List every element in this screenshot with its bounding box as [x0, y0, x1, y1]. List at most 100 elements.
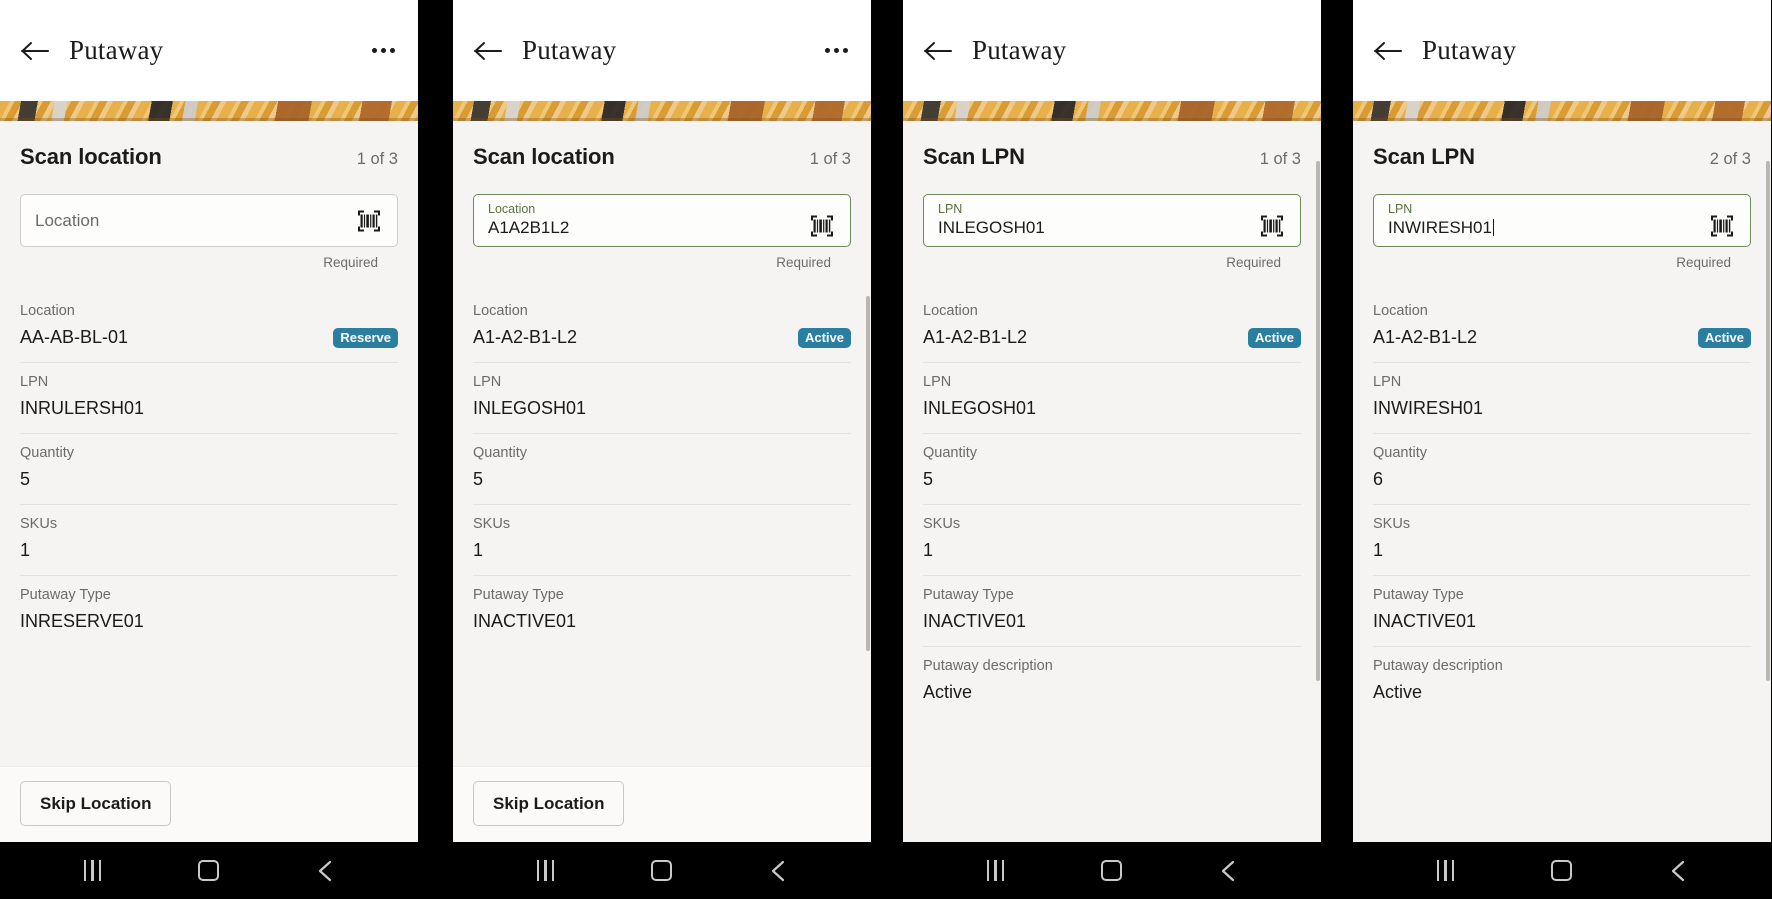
- step-counter: 1 of 3: [1259, 150, 1301, 168]
- scan-input-value: INWIRESH01: [1388, 217, 1700, 238]
- screen-body: Scan LPN 2 of 3 LPN INWIRESH01 Required Locat…: [1353, 121, 1771, 842]
- home-icon[interactable]: [639, 848, 685, 894]
- step-header: Scan location 1 of 3: [0, 121, 418, 170]
- android-navigation-bar: [903, 842, 1321, 899]
- step-title: Scan location: [473, 144, 615, 169]
- detail-row-value: 5: [20, 469, 31, 489]
- home-icon[interactable]: [186, 848, 232, 894]
- location-input[interactable]: Location: [20, 194, 398, 247]
- text-cursor: [1492, 219, 1495, 237]
- detail-row: SKUs 1: [20, 505, 398, 576]
- scan-value-text: INLEGOSH01: [938, 218, 1045, 238]
- lpn-input[interactable]: LPN INWIRESH01: [1373, 194, 1751, 247]
- recents-icon[interactable]: [522, 848, 568, 894]
- barcode-scan-icon[interactable]: [1258, 212, 1286, 240]
- detail-row: Putaway Type INACTIVE01: [473, 576, 851, 646]
- detail-row: Putaway Type INACTIVE01: [923, 576, 1301, 647]
- barcode-scan-icon[interactable]: [355, 207, 383, 235]
- scan-floating-label: LPN: [1388, 202, 1413, 216]
- scroll-area[interactable]: Scan LPN 1 of 3 LPN INLEGOSH01 Required Locat…: [903, 121, 1321, 842]
- back-icon[interactable]: [303, 848, 349, 894]
- step-counter: 1 of 3: [356, 150, 398, 168]
- page-title: Putaway: [69, 35, 164, 65]
- detail-row-value: INWIRESH01: [1373, 398, 1484, 418]
- skip-location-button[interactable]: Skip Location: [473, 781, 625, 826]
- back-arrow-icon[interactable]: [921, 34, 955, 68]
- detail-row-value: INLEGOSH01: [923, 398, 1037, 418]
- step-header: Scan LPN 2 of 3: [1353, 121, 1771, 170]
- detail-list: Location AA-AB-BL-01 Reserve LPN INRULERSH01…: [0, 292, 418, 646]
- detail-row-label: LPN: [473, 374, 502, 390]
- scan-field-wrapper: LPN INLEGOSH01 Required: [903, 170, 1321, 270]
- detail-row: Quantity 5: [473, 434, 851, 505]
- home-icon[interactable]: [1089, 848, 1135, 894]
- footer-bar: Skip Location: [453, 766, 871, 842]
- detail-row-value: 5: [473, 469, 484, 489]
- recents-icon[interactable]: [1422, 848, 1468, 894]
- warehouse-banner-image: [1353, 101, 1771, 121]
- detail-row: Putaway Type INACTIVE01: [1373, 576, 1751, 647]
- detail-row: Quantity 5: [20, 434, 398, 505]
- app-screen-1: Putaway Scan location 1 of 3 Location Requir…: [0, 0, 418, 842]
- vertical-scrollbar[interactable]: [1766, 161, 1770, 681]
- detail-row: LPN INLEGOSH01: [473, 363, 851, 434]
- scan-input-value: INLEGOSH01: [938, 217, 1250, 238]
- scroll-area[interactable]: Scan LPN 2 of 3 LPN INWIRESH01 Required Locat…: [1353, 121, 1771, 842]
- required-helper-text: Required: [1226, 255, 1281, 270]
- detail-row-value: INACTIVE01: [473, 611, 577, 631]
- back-arrow-icon[interactable]: [18, 34, 52, 68]
- detail-row-label: SKUs: [1373, 516, 1411, 532]
- location-input[interactable]: Location A1A2B1L2: [473, 194, 851, 247]
- detail-row-label: LPN: [923, 374, 952, 390]
- detail-row: Quantity 6: [1373, 434, 1751, 505]
- back-arrow-icon[interactable]: [1371, 34, 1405, 68]
- kebab-menu-icon[interactable]: [819, 34, 853, 68]
- detail-row-label: Location: [1373, 303, 1428, 319]
- vertical-scrollbar[interactable]: [866, 296, 870, 651]
- detail-row-label: SKUs: [923, 516, 961, 532]
- scroll-area[interactable]: Scan location 1 of 3 Location A1A2B1L2 Requi…: [453, 121, 871, 766]
- scroll-area[interactable]: Scan location 1 of 3 Location Required Locat…: [0, 121, 418, 766]
- barcode-scan-icon[interactable]: [1708, 212, 1736, 240]
- phone-screenshot-4: Putaway Scan LPN 2 of 3 LPN INWIRESH01 Requir…: [1353, 0, 1771, 899]
- warehouse-banner-image: [0, 101, 418, 121]
- step-counter: 2 of 3: [1709, 150, 1751, 168]
- status-badge: Active: [1697, 328, 1751, 348]
- lpn-input[interactable]: LPN INLEGOSH01: [923, 194, 1301, 247]
- detail-row-label: Location: [923, 303, 978, 319]
- recents-icon[interactable]: [69, 848, 115, 894]
- detail-row-label: Putaway Type: [923, 587, 1014, 603]
- recents-icon[interactable]: [972, 848, 1018, 894]
- detail-row: Putaway Type INRESERVE01: [20, 576, 398, 646]
- skip-location-button[interactable]: Skip Location: [20, 781, 172, 826]
- page-title: Putaway: [522, 35, 617, 65]
- scan-value-text: A1A2B1L2: [488, 218, 570, 238]
- back-icon[interactable]: [756, 848, 802, 894]
- kebab-menu-icon[interactable]: [366, 34, 400, 68]
- android-navigation-bar: [453, 842, 871, 899]
- warehouse-banner-image: [903, 101, 1321, 121]
- back-icon[interactable]: [1656, 848, 1702, 894]
- phone-screenshot-3: Putaway Scan LPN 1 of 3 LPN INLEGOSH01 Requir…: [903, 0, 1321, 899]
- status-badge: Active: [1247, 328, 1301, 348]
- detail-row-label: Location: [20, 303, 75, 319]
- phone-screenshot-2: Putaway Scan location 1 of 3 Location A1A2B1…: [453, 0, 871, 899]
- vertical-scrollbar[interactable]: [1316, 161, 1320, 681]
- detail-row: LPN INRULERSH01: [20, 363, 398, 434]
- detail-row-value: A1-A2-B1-L2: [473, 327, 578, 347]
- back-arrow-icon[interactable]: [471, 34, 505, 68]
- detail-row: Putaway description Active: [1373, 647, 1751, 717]
- app-bar: Putaway: [1353, 0, 1771, 101]
- scan-floating-label: LPN: [938, 202, 963, 216]
- detail-row-label: SKUs: [473, 516, 511, 532]
- barcode-scan-icon[interactable]: [808, 212, 836, 240]
- scan-text-column: Location A1A2B1L2: [488, 202, 800, 239]
- home-icon[interactable]: [1539, 848, 1585, 894]
- scan-text-column: LPN INWIRESH01: [1388, 202, 1700, 239]
- screen-body: Scan location 1 of 3 Location Required Locat…: [0, 121, 418, 842]
- scan-text-column: LPN INLEGOSH01: [938, 202, 1250, 239]
- back-icon[interactable]: [1206, 848, 1252, 894]
- detail-row-value: 1: [1373, 540, 1384, 560]
- detail-list: Location A1-A2-B1-L2 Active LPN INLEGOSH01 Qu…: [903, 292, 1321, 717]
- scan-value-text: INWIRESH01: [1388, 218, 1492, 238]
